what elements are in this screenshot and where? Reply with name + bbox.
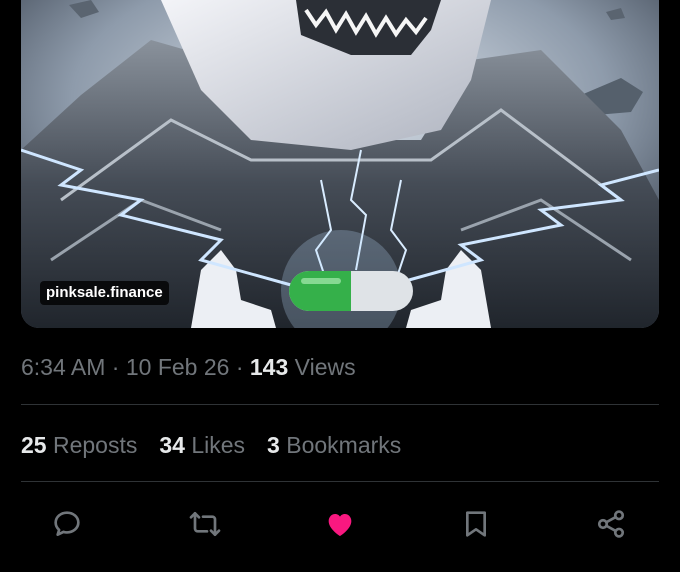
likes-count: 34 [159, 432, 185, 458]
post-date[interactable]: 10 Feb 26 [126, 354, 230, 380]
share-icon [597, 510, 625, 538]
like-button[interactable] [318, 502, 362, 546]
post-action-bar [0, 502, 680, 546]
repost-icon [189, 512, 221, 536]
bookmarks-count: 3 [267, 432, 280, 458]
reply-icon [54, 511, 80, 536]
post-stats-row: 25 Reposts 34 Likes 3 Bookmarks [21, 432, 401, 459]
divider-bottom [21, 481, 659, 482]
heart-icon [328, 514, 352, 536]
reposts-label: Reposts [52, 432, 138, 458]
meta-separator: · [111, 354, 120, 380]
divider-top [21, 404, 659, 405]
views-label: Views [294, 354, 356, 380]
post-time[interactable]: 6:34 AM [21, 354, 105, 380]
bookmarks-stat[interactable]: 3 Bookmarks [267, 432, 401, 459]
bookmark-button[interactable] [454, 502, 498, 546]
post-media-image[interactable]: pinksale.finance [21, 0, 659, 328]
share-button[interactable] [589, 502, 633, 546]
media-watermark: pinksale.finance [40, 281, 169, 305]
shark-illustration [21, 0, 659, 328]
bookmark-icon [466, 511, 486, 537]
bookmarks-label: Bookmarks [286, 432, 402, 458]
likes-label: Likes [191, 432, 246, 458]
repost-button[interactable] [183, 502, 227, 546]
reply-button[interactable] [45, 502, 89, 546]
reposts-stat[interactable]: 25 Reposts [21, 432, 137, 459]
likes-stat[interactable]: 34 Likes [159, 432, 245, 459]
reposts-count: 25 [21, 432, 47, 458]
meta-separator: · [235, 354, 244, 380]
views-count: 143 [249, 354, 289, 380]
post-meta-row: 6:34 AM · 10 Feb 26 · 143 Views [21, 354, 356, 381]
